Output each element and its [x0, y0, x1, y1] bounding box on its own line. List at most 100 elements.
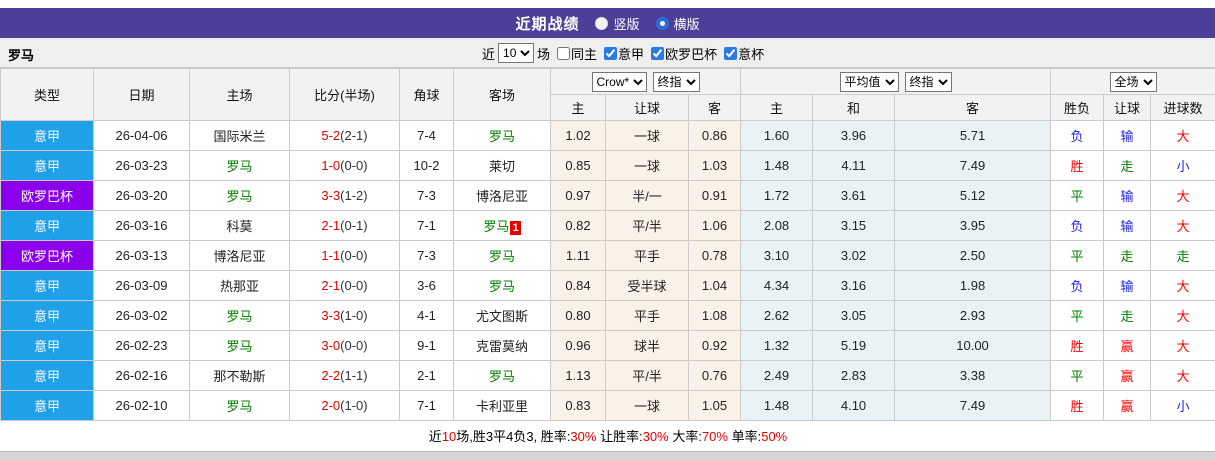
sub-header-euro-draw: 和 — [812, 94, 896, 121]
asian-mode-select[interactable]: 终指 — [652, 71, 700, 92]
euro-draw-odds: 4.10 — [812, 390, 896, 421]
handicap-result-cell: 赢 — [1103, 360, 1152, 391]
date-cell: 26-02-16 — [93, 360, 190, 391]
outcome-cell: 负 — [1050, 120, 1105, 151]
half-time-score: (0-0) — [340, 158, 368, 173]
home-team-cell: 罗马 — [189, 150, 290, 181]
goals-result-cell: 大 — [1150, 300, 1215, 331]
outcome-cell: 胜 — [1050, 330, 1105, 361]
col-header-type: 类型 — [0, 68, 94, 121]
table-row: 意甲 26-02-10 罗马 2-0(1-0) 7-1 卡利亚里 0.83 一球 1.05 1.4… — [0, 390, 1215, 421]
asian-handicap: 平手 — [605, 300, 689, 331]
euro-away-odds: 10.00 — [894, 330, 1052, 361]
euro-mode-select[interactable]: 终指 — [904, 71, 952, 92]
asian-away-odds: 1.06 — [687, 210, 742, 241]
goals-result-cell: 大 — [1150, 360, 1215, 391]
asian-away-odds: 0.92 — [687, 330, 742, 361]
sub-header-asian-line: 让球 — [605, 94, 689, 121]
asian-handicap: 平/半 — [605, 210, 689, 241]
vertical-radio-icon[interactable] — [595, 16, 609, 30]
euro-home-odds: 2.08 — [740, 210, 814, 241]
same-home-checkbox[interactable] — [557, 46, 571, 60]
vertical-layout-option[interactable]: 竖版 — [595, 14, 640, 33]
score-cell: 1-0(0-0) — [289, 150, 400, 181]
asian-home-odds: 0.85 — [550, 150, 606, 181]
col-header-score: 比分(半场) — [289, 68, 400, 121]
corner-cell: 7-1 — [399, 210, 454, 241]
euro-draw-odds: 3.61 — [812, 180, 896, 211]
horizontal-layout-option[interactable]: 横版 — [655, 14, 700, 33]
half-time-score: (1-1) — [340, 368, 368, 383]
euro-away-odds: 5.12 — [894, 180, 1052, 211]
handicap-result-cell: 走 — [1103, 150, 1152, 181]
serie-a-filter[interactable]: 意甲 — [600, 44, 644, 63]
header-row-groups: 类型 日期 主场 比分(半场) 角球 客场 Crow* 终指 平均值 终指 全场 — [0, 68, 1215, 121]
asian-handicap: 平手 — [605, 240, 689, 271]
table-row: 欧罗巴杯 26-03-13 博洛尼亚 1-1(0-0) 7-3 罗马 1.11 平手 0.78 3… — [0, 240, 1215, 271]
result-scope-select[interactable]: 全场 — [1109, 71, 1157, 92]
recent-results-panel: 近期战绩 竖版 横版 罗马 近 10 场 同主 意甲 欧罗巴杯 意杯 类型 日期… — [0, 0, 1215, 460]
euro-draw-odds: 3.15 — [812, 210, 896, 241]
summary-label: 大率: — [668, 429, 702, 445]
goals-result-cell: 大 — [1150, 180, 1215, 211]
half-time-score: (0-0) — [340, 338, 368, 353]
half-time-score: (0-1) — [340, 218, 368, 233]
euro-home-odds: 1.48 — [740, 390, 814, 421]
date-cell: 26-02-23 — [93, 330, 190, 361]
away-team-cell: 罗马 1 — [453, 210, 551, 241]
titlebar: 近期战绩 竖版 横版 — [0, 8, 1215, 38]
summary-row: 近10场,胜3平4负3, 胜率:30% 让胜率:30% 大率:70% 单率:50… — [0, 420, 1215, 451]
home-team-cell: 热那亚 — [189, 270, 290, 301]
europa-filter[interactable]: 欧罗巴杯 — [647, 44, 717, 63]
handicap-result-cell: 走 — [1103, 300, 1152, 331]
asian-handicap: 半/一 — [605, 180, 689, 211]
euro-away-odds: 2.50 — [894, 240, 1052, 271]
score-cell: 3-3(1-0) — [289, 300, 400, 331]
horizontal-radio-icon[interactable] — [655, 16, 669, 30]
half-time-score: (2-1) — [340, 128, 368, 143]
same-home-filter[interactable]: 同主 — [553, 44, 597, 63]
serie-a-checkbox[interactable] — [604, 46, 618, 60]
asian-source-select[interactable]: Crow* — [591, 71, 647, 92]
league-badge: 意甲 — [0, 300, 94, 331]
asian-away-odds: 1.08 — [687, 300, 742, 331]
score-cell: 3-0(0-0) — [289, 330, 400, 361]
euro-home-odds: 2.49 — [740, 360, 814, 391]
handicap-result-cell: 输 — [1103, 270, 1152, 301]
goals-result-cell: 走 — [1150, 240, 1215, 271]
asian-away-odds: 1.04 — [687, 270, 742, 301]
summary-value: 50% — [761, 429, 788, 445]
handicap-result-cell: 赢 — [1103, 390, 1152, 421]
euro-draw-odds: 5.19 — [812, 330, 896, 361]
sub-header-asian-home: 主 — [550, 94, 606, 121]
goals-result-cell: 大 — [1150, 270, 1215, 301]
bottom-strip — [0, 450, 1215, 460]
euro-away-odds: 1.98 — [894, 270, 1052, 301]
sub-header-outcome: 胜负 — [1050, 94, 1105, 121]
home-team-cell: 博洛尼亚 — [189, 240, 290, 271]
coppa-checkbox[interactable] — [724, 46, 738, 60]
europa-checkbox[interactable] — [651, 46, 665, 60]
red-card-badge: 1 — [510, 220, 521, 235]
full-time-score: 2-1 — [321, 218, 341, 233]
asian-away-odds: 0.76 — [687, 360, 742, 391]
handicap-result-cell: 赢 — [1103, 330, 1152, 361]
coppa-filter[interactable]: 意杯 — [720, 44, 764, 63]
asian-home-odds: 0.82 — [550, 210, 606, 241]
goals-result-cell: 大 — [1150, 210, 1215, 241]
asian-home-odds: 1.11 — [550, 240, 606, 271]
euro-away-odds: 3.95 — [894, 210, 1052, 241]
asian-handicap: 一球 — [605, 150, 689, 181]
summary-value: 30% — [642, 429, 669, 445]
euro-draw-odds: 3.16 — [812, 270, 896, 301]
summary-label: 单率: — [727, 429, 762, 445]
outcome-cell: 平 — [1050, 360, 1105, 391]
euro-away-odds: 2.93 — [894, 300, 1052, 331]
summary-label: 近 — [428, 429, 442, 445]
euro-source-select[interactable]: 平均值 — [839, 71, 899, 92]
recent-count-select[interactable]: 10 — [498, 43, 535, 63]
corner-cell: 7-3 — [399, 240, 454, 271]
asian-away-odds: 0.91 — [687, 180, 742, 211]
score-cell: 1-1(0-0) — [289, 240, 400, 271]
goals-result-cell: 大 — [1150, 120, 1215, 151]
